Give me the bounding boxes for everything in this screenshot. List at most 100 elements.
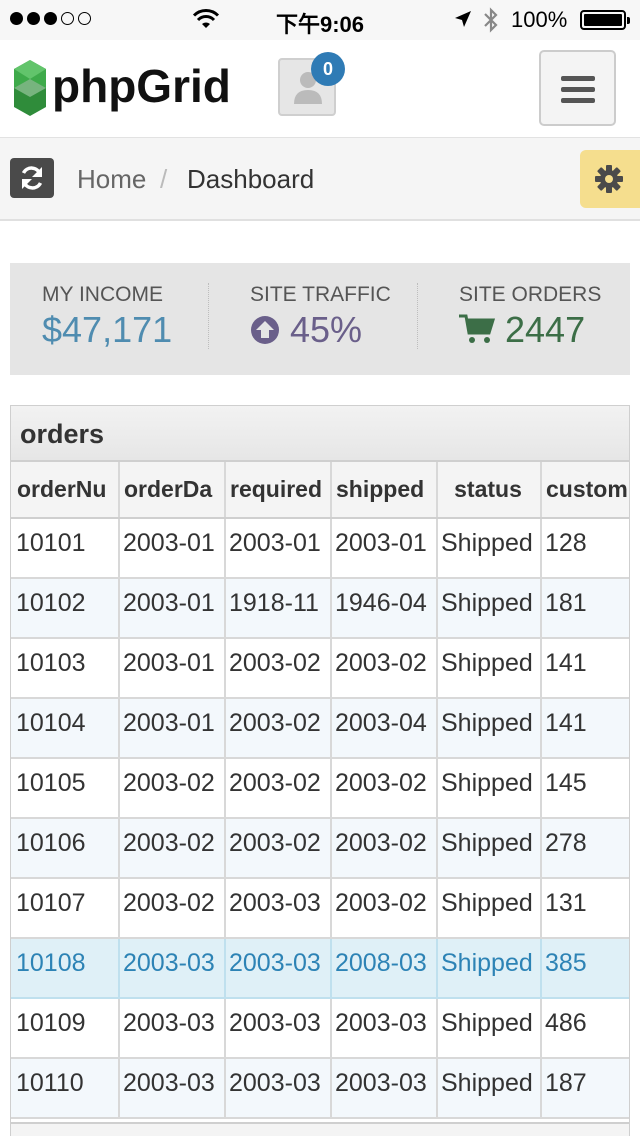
table-cell-status: Shipped — [436, 579, 542, 637]
table-cell-custom: 131 — [540, 879, 629, 937]
table-cell-orderda: 2003-01 — [118, 639, 226, 697]
table-row[interactable]: 10102 2003-01 1918-11 1946-04 Shipped 181 — [11, 579, 629, 639]
table-cell-shipped: 2003-01 — [330, 519, 438, 577]
column-header-shipped[interactable]: shipped — [330, 462, 438, 517]
stat-label: SITE ORDERS — [459, 283, 602, 306]
app-header: phpGrid 0 — [0, 40, 640, 138]
table-row[interactable]: 10101 2003-01 2003-01 2003-01 Shipped 128 — [11, 519, 629, 579]
column-header-required[interactable]: required — [224, 462, 332, 517]
gear-icon — [595, 165, 623, 193]
table-cell-required: 2003-02 — [224, 759, 332, 817]
table-row[interactable]: 10110 2003-03 2003-03 2003-03 Shipped 187 — [11, 1059, 629, 1119]
table-cell-custom: 141 — [540, 699, 629, 757]
breadcrumb: Home / Dashboard — [0, 138, 640, 221]
table-cell-custom: 486 — [540, 999, 629, 1057]
grid-caption: orders — [11, 406, 629, 462]
breadcrumb-separator: / — [160, 164, 168, 194]
table-cell-shipped: 2003-02 — [330, 639, 438, 697]
table-row[interactable]: 10105 2003-02 2003-02 2003-02 Shipped 145 — [11, 759, 629, 819]
table-cell-ordernu: 10103 — [11, 639, 120, 697]
stat-label: SITE TRAFFIC — [250, 283, 391, 306]
table-cell-custom: 385 — [540, 939, 629, 997]
table-cell-orderda: 2003-02 — [118, 879, 226, 937]
table-cell-ordernu: 10105 — [11, 759, 120, 817]
table-cell-ordernu: 10109 — [11, 999, 120, 1057]
table-cell-ordernu: 10101 — [11, 519, 120, 577]
shopping-cart-icon — [459, 314, 496, 343]
table-row[interactable]: 10103 2003-01 2003-02 2003-02 Shipped 141 — [11, 639, 629, 699]
table-cell-custom: 141 — [540, 639, 629, 697]
table-cell-status: Shipped — [436, 879, 542, 937]
table-cell-required: 2003-02 — [224, 699, 332, 757]
table-cell-ordernu: 10102 — [11, 579, 120, 637]
column-header-status[interactable]: status — [436, 462, 542, 517]
notification-badge: 0 — [311, 52, 345, 86]
refresh-button[interactable] — [10, 158, 54, 198]
location-arrow-icon — [455, 11, 471, 27]
table-cell-required: 2003-02 — [224, 819, 332, 877]
table-row[interactable]: 10106 2003-02 2003-02 2003-02 Shipped 278 — [11, 819, 629, 879]
table-cell-required: 1918-11 — [224, 579, 332, 637]
table-cell-ordernu: 10110 — [11, 1059, 120, 1117]
table-cell-status: Shipped — [436, 759, 542, 817]
table-cell-orderda: 2003-01 — [118, 579, 226, 637]
table-row[interactable]: 10107 2003-02 2003-03 2003-02 Shipped 131 — [11, 879, 629, 939]
table-cell-orderda: 2003-03 — [118, 1059, 226, 1117]
table-cell-orderda: 2003-02 — [118, 759, 226, 817]
stat-divider — [208, 283, 209, 349]
table-cell-shipped: 1946-04 — [330, 579, 438, 637]
table-cell-shipped: 2003-03 — [330, 1059, 438, 1117]
breadcrumb-home-link[interactable]: Home — [77, 164, 146, 195]
table-row[interactable]: 10104 2003-01 2003-02 2003-04 Shipped 141 — [11, 699, 629, 759]
status-bar: 下午9:06 100% — [0, 0, 640, 40]
settings-button[interactable] — [580, 150, 640, 208]
table-cell-shipped: 2008-03 — [330, 939, 438, 997]
table-cell-status: Shipped — [436, 699, 542, 757]
table-cell-required: 2003-02 — [224, 639, 332, 697]
table-cell-custom: 128 — [540, 519, 629, 577]
battery-percent: 100% — [511, 7, 568, 32]
table-cell-custom: 187 — [540, 1059, 629, 1117]
phpgrid-logo[interactable]: phpGrid — [12, 58, 272, 118]
stat-label: MY INCOME — [42, 283, 163, 306]
hamburger-menu-button[interactable] — [539, 50, 616, 126]
stat-value: 2447 — [459, 309, 585, 351]
table-cell-shipped: 2003-02 — [330, 879, 438, 937]
table-cell-orderda: 2003-02 — [118, 819, 226, 877]
grid-pager[interactable] — [11, 1122, 629, 1136]
refresh-icon — [21, 166, 43, 190]
bluetooth-icon — [484, 7, 498, 33]
table-cell-status: Shipped — [436, 819, 542, 877]
table-cell-shipped: 2003-04 — [330, 699, 438, 757]
column-header-orderda[interactable]: orderDa — [118, 462, 226, 517]
orders-grid: orders orderNu orderDa required shipped stat… — [10, 405, 630, 1136]
table-cell-status: Shipped — [436, 519, 542, 577]
table-cell-custom: 145 — [540, 759, 629, 817]
table-cell-required: 2003-01 — [224, 519, 332, 577]
table-cell-required: 2003-03 — [224, 879, 332, 937]
table-cell-custom: 181 — [540, 579, 629, 637]
table-cell-orderda: 2003-01 — [118, 519, 226, 577]
table-cell-status: Shipped — [436, 639, 542, 697]
table-cell-custom: 278 — [540, 819, 629, 877]
table-cell-orderda: 2003-03 — [118, 999, 226, 1057]
table-cell-shipped: 2003-02 — [330, 759, 438, 817]
table-row[interactable]: 10109 2003-03 2003-03 2003-03 Shipped 486 — [11, 999, 629, 1059]
table-cell-ordernu: 10107 — [11, 879, 120, 937]
table-cell-orderda: 2003-01 — [118, 699, 226, 757]
table-cell-orderda: 2003-03 — [118, 939, 226, 997]
stat-value: $47,171 — [42, 309, 173, 350]
grid-title: orders — [20, 419, 105, 449]
stat-value: 45% — [250, 309, 362, 351]
table-cell-status: Shipped — [436, 1059, 542, 1117]
column-header-ordernu[interactable]: orderNu — [11, 462, 120, 517]
grid-header-row: orderNu orderDa required shipped status custo… — [11, 462, 629, 519]
table-cell-status: Shipped — [436, 999, 542, 1057]
table-cell-ordernu: 10104 — [11, 699, 120, 757]
table-row[interactable]: 10108 2003-03 2003-03 2008-03 Shipped 385 — [11, 939, 629, 999]
stats-panel: MY INCOME $47,171 SITE TRAFFIC 45% SITE … — [10, 263, 630, 375]
table-cell-shipped: 2003-02 — [330, 819, 438, 877]
stat-divider — [417, 283, 418, 349]
column-header-custom[interactable]: custom — [540, 462, 629, 517]
arrow-up-circle-icon — [251, 316, 279, 344]
